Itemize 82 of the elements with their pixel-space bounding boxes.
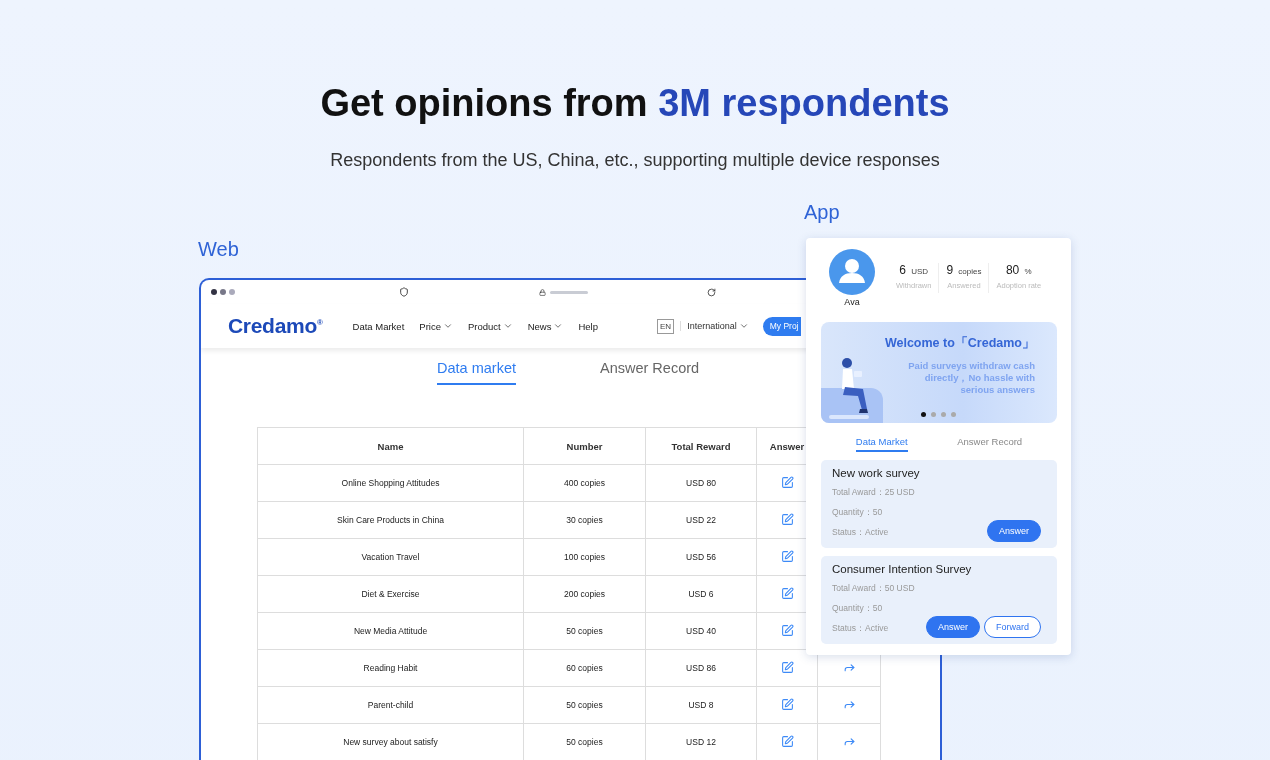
stat-value: 80 % xyxy=(1005,263,1032,277)
subtitle: Respondents from the US, China, etc., supporting multiple device responses xyxy=(330,149,940,172)
nav-link[interactable]: Product xyxy=(467,320,513,332)
edit-icon[interactable] xyxy=(780,475,794,489)
table-cell: 100 copies xyxy=(563,552,606,562)
chevron-down-icon xyxy=(553,321,564,331)
web-label: Web xyxy=(198,238,240,260)
lock-icon xyxy=(539,289,546,296)
nav-link[interactable]: Help xyxy=(578,320,598,332)
table-cell: Online Shopping Attitudes xyxy=(341,478,440,488)
table-cell: 50 copies xyxy=(566,700,603,710)
edit-icon[interactable] xyxy=(780,549,794,563)
table-cell: New Media Attitude xyxy=(353,626,428,636)
survey-button[interactable]: Forward xyxy=(984,616,1041,638)
table-cell: USD 12 xyxy=(686,737,716,747)
table-cell: USD 22 xyxy=(686,515,716,525)
table-cell: USD 8 xyxy=(688,700,714,710)
survey-detail: Quantity：50 xyxy=(832,603,883,615)
edit-icon[interactable] xyxy=(780,623,794,637)
survey-button[interactable]: Answer xyxy=(987,520,1041,542)
my-projects-button[interactable]: My Proj xyxy=(762,316,801,336)
edit-icon[interactable] xyxy=(780,697,794,711)
column-header: Total Reward xyxy=(671,440,731,452)
tab[interactable]: Answer Record xyxy=(600,360,700,385)
avatar-icon xyxy=(829,249,875,295)
user-name: Ava xyxy=(844,297,860,307)
tab[interactable]: Data Market xyxy=(855,436,908,452)
table-cell: 400 copies xyxy=(563,478,606,488)
table-cell: USD 80 xyxy=(686,478,716,488)
survey-detail: Status：Active xyxy=(832,623,889,635)
table-cell: Skin Care Products in China xyxy=(337,515,444,525)
region-selector[interactable]: International xyxy=(680,321,749,331)
survey-detail: Status：Active xyxy=(832,527,889,539)
column-header: Answer xyxy=(769,440,805,452)
carousel-dot[interactable] xyxy=(941,412,946,417)
survey-title: Consumer Intention Survey xyxy=(832,563,973,575)
survey-detail: Quantity：50 xyxy=(832,507,883,519)
reload-icon[interactable] xyxy=(707,288,716,297)
tab[interactable]: Data market xyxy=(437,360,516,385)
stat-value: 9 copies xyxy=(946,263,982,277)
table-cell: New survey about satisfy xyxy=(343,737,438,747)
edit-icon[interactable] xyxy=(780,586,794,600)
column-header: Number xyxy=(566,440,603,452)
edit-icon[interactable] xyxy=(780,512,794,526)
survey-title: New work survey xyxy=(832,467,921,479)
carousel-dot[interactable] xyxy=(931,412,936,417)
banner-text: Paid surveys withdraw cash directly，No hassle with serious answers xyxy=(907,360,1035,396)
carousel-dot[interactable] xyxy=(921,412,926,417)
headline: Get opinions from 3M respondents xyxy=(320,81,950,126)
nav-link[interactable]: Data Market xyxy=(352,320,405,332)
banner-title: Welcome to「Credamo」 xyxy=(884,335,1035,352)
survey-detail: Total Award：25 USD xyxy=(832,487,915,499)
chevron-down-icon xyxy=(442,321,453,331)
chevron-down-icon xyxy=(738,321,749,331)
table-cell: 50 copies xyxy=(566,737,603,747)
table-cell: 30 copies xyxy=(566,515,603,525)
tab[interactable]: Answer Record xyxy=(957,436,1023,452)
table-cell: USD 6 xyxy=(688,589,714,599)
table-cell: 60 copies xyxy=(566,663,603,673)
table-cell: Reading Habit xyxy=(363,663,418,673)
table-cell: USD 86 xyxy=(686,663,716,673)
table-cell: USD 40 xyxy=(686,626,716,636)
chevron-down-icon xyxy=(502,321,513,331)
table-cell: 200 copies xyxy=(563,589,606,599)
language-badge[interactable]: EN xyxy=(657,318,675,334)
edit-icon[interactable] xyxy=(780,734,794,748)
nav-link[interactable]: News xyxy=(527,320,564,332)
logo[interactable]: Credamo$^{®}$ xyxy=(228,314,323,338)
table-cell: Vacation Travel xyxy=(361,552,420,562)
column-header: Name xyxy=(377,440,404,452)
app-label: App xyxy=(804,201,840,223)
nav-link[interactable]: Price xyxy=(419,320,453,332)
survey-detail: Total Award：50 USD xyxy=(832,583,915,595)
table-cell: 50 copies xyxy=(566,626,603,636)
table-cell: Diet & Exercise xyxy=(361,589,420,599)
survey-button[interactable]: Answer xyxy=(925,616,980,638)
carousel-dot[interactable] xyxy=(951,412,956,417)
stat-value: 6 USD xyxy=(899,263,929,277)
edit-icon[interactable] xyxy=(780,660,794,674)
table-cell: USD 56 xyxy=(686,552,716,562)
table-cell: Parent-child xyxy=(367,700,414,710)
shield-icon xyxy=(399,287,409,297)
